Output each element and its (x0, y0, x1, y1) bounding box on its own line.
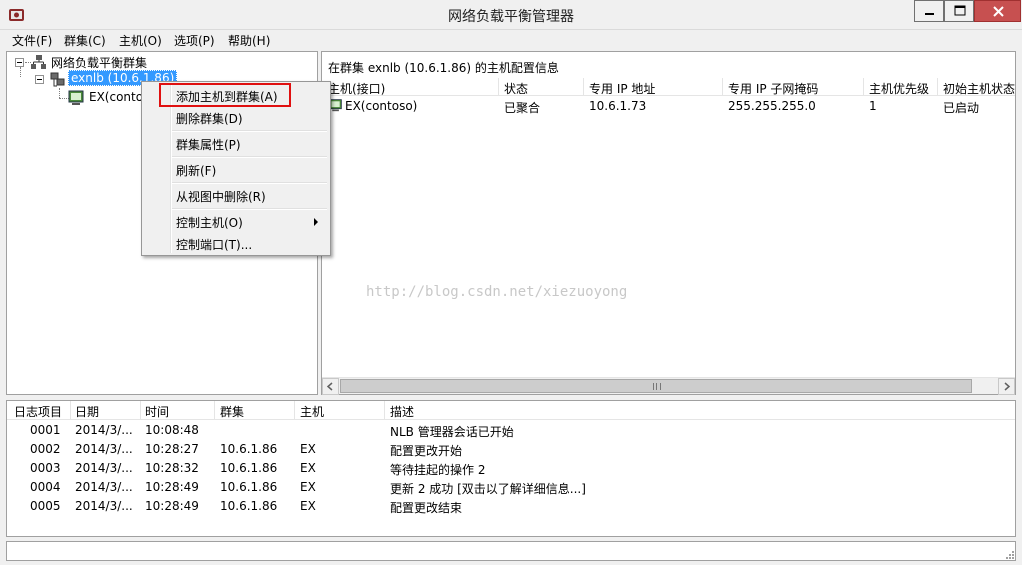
cell-time: 10:28:32 (145, 461, 199, 475)
cell-priority: 1 (869, 99, 877, 113)
host-config-column-headers: 主机(接口) 状态 专用 IP 地址 专用 IP 子网掩码 主机优先级 初始主机… (322, 78, 1015, 96)
host-icon (68, 90, 84, 105)
minimize-icon (925, 13, 934, 15)
menu-separator (172, 182, 327, 184)
cell-date: 2014/3/... (75, 499, 133, 513)
scroll-right-icon (1004, 382, 1011, 391)
menu-host[interactable]: 主机(O) (119, 32, 162, 49)
cell-time: 10:28:49 (145, 480, 199, 494)
scroll-right-button[interactable] (998, 378, 1015, 395)
cell-host: EX (300, 461, 316, 475)
column-cluster[interactable]: 群集 (220, 403, 292, 420)
cell-time: 10:28:49 (145, 499, 199, 513)
cell-log-entry: 0005 (30, 499, 61, 513)
close-icon (993, 6, 1004, 17)
cell-description: 更新 2 成功 [双击以了解详细信息...] (390, 482, 586, 496)
cell-time: 10:08:48 (145, 423, 199, 437)
cell-time: 10:28:27 (145, 442, 199, 456)
log-column-headers: 日志项目 日期 时间 群集 主机 描述 (7, 401, 1015, 420)
cell-dedicated-ip: 10.6.1.73 (589, 99, 647, 113)
scroll-left-button[interactable] (322, 378, 339, 395)
menu-bar: 文件(F) 群集(C) 主机(O) 选项(P) 帮助(H) (0, 30, 1022, 50)
host-config-pane[interactable]: 在群集 exnlb (10.6.1.86) 的主机配置信息 主机(接口) 状态 … (321, 51, 1016, 395)
menu-separator (172, 156, 327, 158)
window-title: 网络负载平衡管理器 (448, 9, 574, 25)
menu-cluster[interactable]: 群集(C) (64, 32, 106, 49)
cell-cluster: 10.6.1.86 (220, 461, 278, 475)
size-grip-icon[interactable] (1003, 548, 1015, 560)
submenu-arrow-icon (314, 218, 318, 226)
cell-cluster: 10.6.1.86 (220, 442, 278, 456)
menu-options[interactable]: 选项(P) (174, 32, 215, 49)
column-dedicated-subnet[interactable]: 专用 IP 子网掩码 (728, 80, 860, 97)
tree-collapse-cluster[interactable] (35, 75, 44, 84)
column-time[interactable]: 时间 (145, 403, 213, 420)
cluster-tree-icon (31, 55, 46, 69)
host-config-header: 在群集 exnlb (10.6.1.86) 的主机配置信息 (328, 61, 559, 75)
cell-date: 2014/3/... (75, 423, 133, 437)
cell-description: 配置更改开始 (390, 444, 463, 458)
cell-log-entry: 0003 (30, 461, 61, 475)
column-status[interactable]: 状态 (504, 80, 582, 97)
cell-date: 2014/3/... (75, 442, 133, 456)
cell-log-entry: 0002 (30, 442, 61, 456)
cell-log-entry: 0001 (30, 423, 61, 437)
maximize-button[interactable] (944, 0, 974, 22)
menu-control-host[interactable]: 控制主机(O) (176, 214, 243, 231)
cell-host: EX (300, 499, 316, 513)
watermark-text: http://blog.csdn.net/xiezuoyong (366, 284, 628, 300)
column-host-priority[interactable]: 主机优先级 (869, 80, 935, 97)
cell-log-entry: 0004 (30, 480, 61, 494)
menu-refresh[interactable]: 刷新(F) (176, 162, 216, 179)
title-bar: 网络负载平衡管理器 (0, 0, 1022, 30)
menu-cluster-properties[interactable]: 群集属性(P) (176, 136, 241, 153)
column-description[interactable]: 描述 (390, 403, 590, 420)
cell-description: NLB 管理器会话已开始 (390, 425, 514, 439)
host-icon (329, 99, 342, 112)
menu-separator (172, 208, 327, 210)
column-log-entry[interactable]: 日志项目 (14, 403, 70, 420)
tree-collapse-root[interactable] (15, 58, 24, 67)
horizontal-scrollbar[interactable] (322, 377, 1015, 395)
cell-host: EX (300, 442, 316, 456)
column-host-interface[interactable]: 主机(接口) (328, 80, 496, 97)
menu-help[interactable]: 帮助(H) (228, 32, 270, 49)
close-button[interactable] (974, 0, 1021, 22)
menu-delete-cluster[interactable]: 删除群集(D) (176, 110, 243, 127)
context-menu: 添加主机到群集(A) 删除群集(D) 群集属性(P) 刷新(F) 从视图中删除(… (141, 81, 331, 256)
cell-status: 已聚合 (504, 101, 541, 115)
cell-date: 2014/3/... (75, 480, 133, 494)
cell-description: 配置更改结束 (390, 501, 463, 515)
cluster-icon (50, 72, 65, 87)
cell-date: 2014/3/... (75, 461, 133, 475)
column-dedicated-ip[interactable]: 专用 IP 地址 (589, 80, 721, 97)
log-pane[interactable]: 日志项目 日期 时间 群集 主机 描述 0001 2014/3/... 10:0… (6, 400, 1016, 537)
column-date[interactable]: 日期 (75, 403, 139, 420)
column-host[interactable]: 主机 (300, 403, 380, 420)
menu-file[interactable]: 文件(F) (12, 32, 52, 49)
maximize-icon (954, 5, 966, 16)
menu-remove-from-view[interactable]: 从视图中删除(R) (176, 188, 266, 205)
cell-cluster: 10.6.1.86 (220, 480, 278, 494)
tree-root-label[interactable]: 网络负载平衡群集 (51, 54, 147, 71)
annotation-highlight-box (159, 83, 291, 107)
minimize-button[interactable] (914, 0, 944, 22)
status-bar (6, 541, 1016, 561)
cell-host: EX (300, 480, 316, 494)
menu-separator (172, 130, 327, 132)
cell-description: 等待挂起的操作 2 (390, 463, 486, 477)
scrollbar-thumb[interactable] (340, 379, 972, 393)
scroll-left-icon (326, 382, 333, 391)
column-initial-host-state[interactable]: 初始主机状态 (943, 80, 1015, 97)
cell-subnet-mask: 255.255.255.0 (728, 99, 816, 113)
cell-host: EX(contoso) (345, 99, 418, 113)
cell-cluster: 10.6.1.86 (220, 499, 278, 513)
menu-control-ports[interactable]: 控制端口(T)... (176, 236, 252, 253)
cell-initial-state: 已启动 (943, 101, 980, 115)
